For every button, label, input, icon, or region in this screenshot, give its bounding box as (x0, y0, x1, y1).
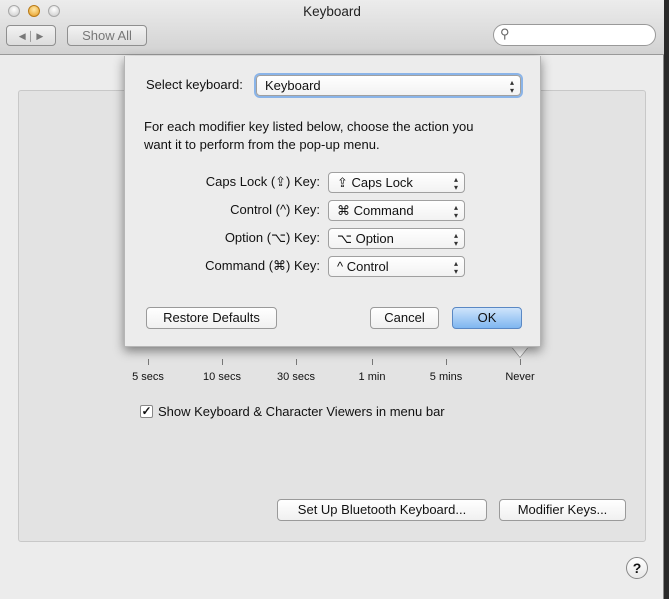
slider-tick (446, 359, 447, 365)
updown-arrows-icon: ▴ ▾ (453, 203, 458, 220)
slider-tick (148, 359, 149, 365)
back-forward-buttons[interactable]: ◀ │ ▶ (6, 25, 56, 46)
back-icon[interactable]: ◀ (19, 31, 26, 41)
command-popup[interactable]: ^ Control ▴ ▾ (328, 256, 465, 277)
slider-tick (520, 359, 521, 365)
control-popup[interactable]: ⌘ Command ▴ ▾ (328, 200, 465, 221)
select-keyboard-label: Select keyboard: (146, 77, 243, 92)
slider-label: 30 secs (277, 371, 315, 383)
search-icon: ⚲ (500, 26, 510, 41)
preferences-window: Keyboard ◀ │ ▶ Show All ⚲ 5 secs 10 secs… (0, 0, 664, 599)
control-value: ⌘ Command (337, 203, 414, 218)
updown-arrows-icon: ▴ ▾ (453, 231, 458, 248)
caps-lock-popup[interactable]: ⇪ Caps Lock ▴ ▾ (328, 172, 465, 193)
updown-arrows-icon: ▴ ▾ (509, 78, 514, 95)
slider-tick (222, 359, 223, 365)
window-title: Keyboard (303, 4, 361, 19)
slider-label: 5 mins (429, 371, 463, 383)
slider-label: 1 min (358, 371, 386, 383)
title-bar: Keyboard ◀ │ ▶ Show All ⚲ (0, 0, 664, 55)
help-button[interactable]: ? (626, 557, 648, 579)
instructions-line-1: For each modifier key listed below, choo… (144, 119, 474, 134)
command-value: ^ Control (337, 259, 389, 274)
control-label: Control (^) Key: (230, 202, 320, 217)
ok-button[interactable]: OK (452, 307, 522, 329)
show-viewers-label: Show Keyboard & Character Viewers in men… (158, 404, 445, 419)
option-popup[interactable]: ⌥ Option ▴ ▾ (328, 228, 465, 249)
command-label: Command (⌘) Key: (205, 258, 320, 273)
instructions-line-2: want it to perform from the pop-up menu. (144, 137, 380, 152)
modifier-keys-button[interactable]: Modifier Keys... (499, 499, 626, 521)
option-value: ⌥ Option (337, 231, 394, 246)
caps-lock-value: ⇪ Caps Lock (337, 175, 413, 190)
slider-label: Never (505, 371, 535, 383)
caps-lock-label: Caps Lock (⇪) Key: (205, 174, 320, 189)
slider-label: 5 secs (132, 371, 164, 383)
forward-icon[interactable]: ▶ (36, 31, 43, 41)
slider-label: 10 secs (203, 371, 241, 383)
option-label: Option (⌥) Key: (224, 230, 320, 245)
select-keyboard-popup[interactable]: Keyboard ▴ ▾ (256, 75, 521, 96)
setup-bluetooth-keyboard-button[interactable]: Set Up Bluetooth Keyboard... (277, 499, 487, 521)
cancel-button[interactable]: Cancel (370, 307, 439, 329)
slider-tick (296, 359, 297, 365)
select-keyboard-value: Keyboard (265, 78, 321, 93)
slider-thumb[interactable] (512, 347, 528, 357)
show-viewers-checkbox[interactable]: ✓ (140, 405, 153, 418)
updown-arrows-icon: ▴ ▾ (453, 259, 458, 276)
slider-tick (372, 359, 373, 365)
show-all-button[interactable]: Show All (67, 25, 147, 46)
restore-defaults-button[interactable]: Restore Defaults (146, 307, 277, 329)
modifier-keys-sheet: Select keyboard: Keyboard ▴ ▾ For each mo… (124, 56, 541, 347)
updown-arrows-icon: ▴ ▾ (453, 175, 458, 192)
search-input[interactable]: ⚲ (493, 24, 656, 46)
